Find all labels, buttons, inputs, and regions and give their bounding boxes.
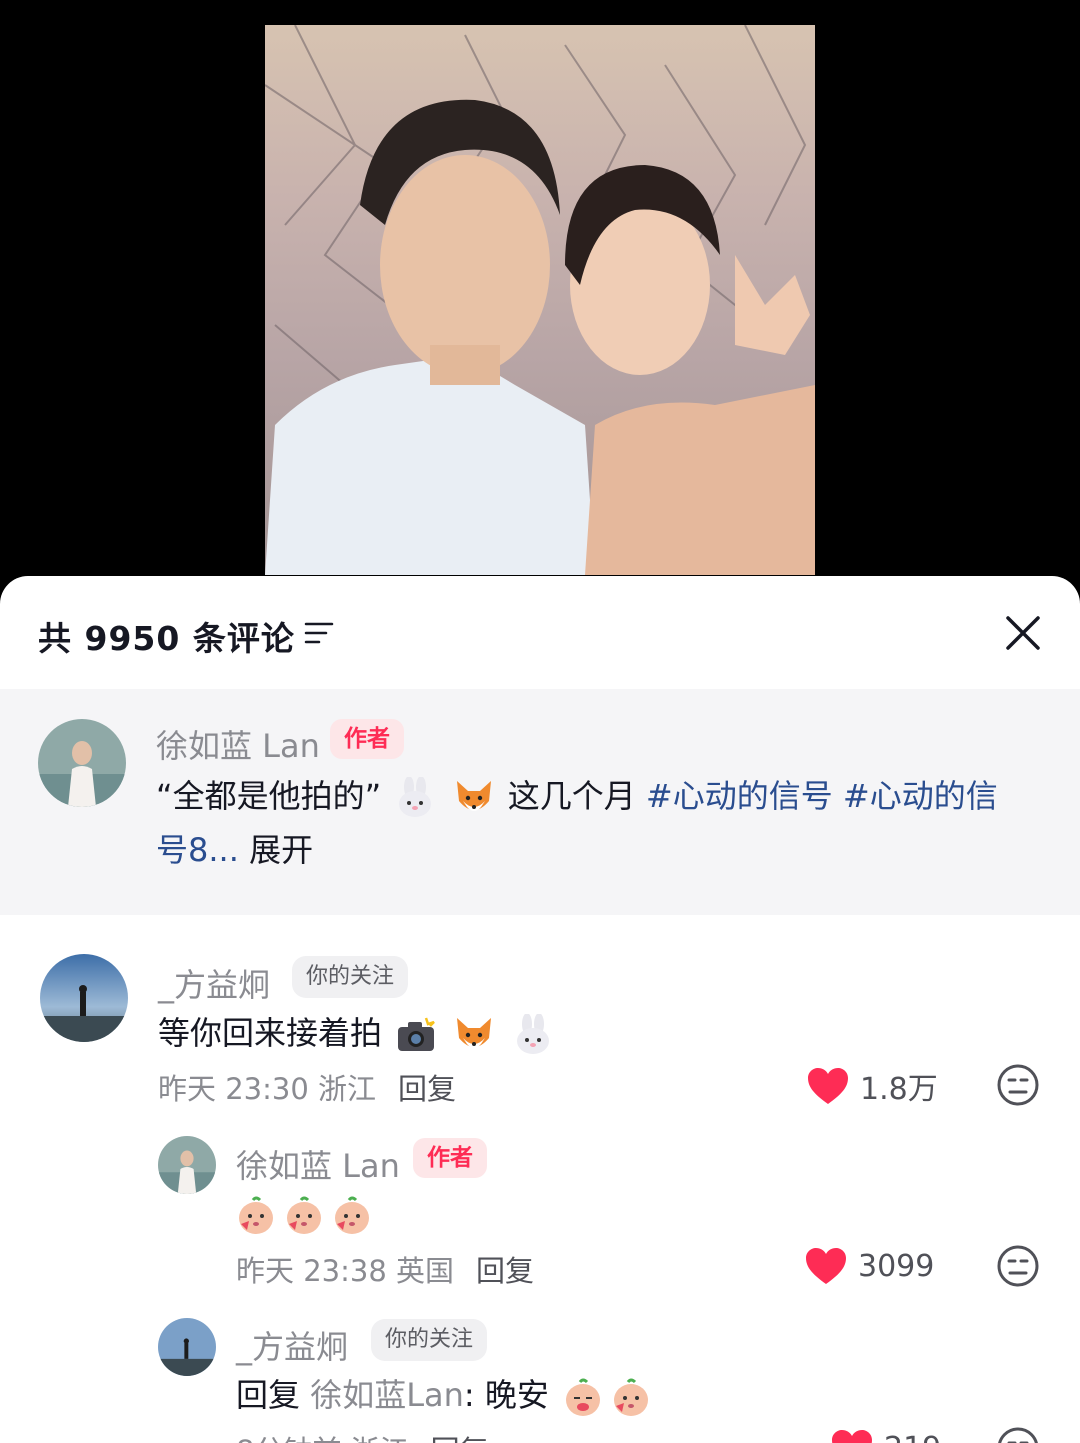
camera-emoji xyxy=(395,1014,437,1056)
comment-sheet-header: 共 9950 条评论 xyxy=(0,576,1080,688)
heart-icon xyxy=(832,1430,872,1443)
fox-emoji xyxy=(453,777,495,819)
rabbit-emoji xyxy=(512,1013,554,1056)
comment-text-line2: 号8... 展开 xyxy=(156,823,313,877)
dislike-icon[interactable] xyxy=(996,1244,1040,1288)
comment-meta: 8分钟前 浙江 回复 xyxy=(236,1428,489,1443)
filter-icon[interactable] xyxy=(304,618,334,648)
close-icon[interactable] xyxy=(1002,612,1044,654)
reply-button[interactable]: 回复 xyxy=(476,1254,534,1288)
peach-emoji xyxy=(562,1376,604,1418)
reply-button[interactable]: 回复 xyxy=(398,1072,456,1106)
media-background xyxy=(0,0,1080,600)
dislike-icon[interactable] xyxy=(996,1063,1040,1107)
fox-emoji xyxy=(453,1014,495,1056)
comment-meta: 昨天 23:38 英国 回复 xyxy=(236,1248,534,1290)
comment-text-line1: “全都是他拍的” 这几个月 #心动的信号 #心动的信 xyxy=(156,769,998,823)
like-button[interactable]: 3099 xyxy=(804,1246,934,1286)
comment-body: 等你回来接着拍 xyxy=(158,1014,383,1052)
dislike-icon[interactable] xyxy=(996,1426,1040,1443)
comment-meta: 昨天 23:30 浙江 回复 xyxy=(158,1066,456,1108)
following-badge: 你的关注 xyxy=(371,1319,488,1361)
hashtag-link[interactable]: #心动的信 xyxy=(833,777,998,815)
like-button[interactable]: 219 xyxy=(830,1428,941,1443)
like-count: 1.8万 xyxy=(860,1072,938,1107)
comment-time-location: 8分钟前 浙江 xyxy=(236,1434,409,1443)
reply-prefix: 回复 xyxy=(236,1376,311,1414)
peach-emoji xyxy=(235,1194,277,1236)
avatar[interactable] xyxy=(158,1318,216,1376)
hashtag-link[interactable]: 号8... xyxy=(156,831,239,869)
comment-quote: “全都是他拍的” xyxy=(156,777,382,815)
comment-count-title: 共 9950 条评论 xyxy=(38,619,295,658)
like-button[interactable]: 1.8万 xyxy=(806,1064,938,1108)
avatar[interactable] xyxy=(38,719,126,807)
reply-button[interactable]: 回复 xyxy=(431,1434,489,1443)
avatar[interactable] xyxy=(158,1136,216,1194)
photo-illustration xyxy=(265,25,815,575)
peach-emoji xyxy=(610,1376,652,1418)
comment-username[interactable]: 徐如蓝 Lan xyxy=(236,1141,400,1187)
comment-username[interactable]: 徐如蓝 Lan xyxy=(156,721,320,767)
like-count: 219 xyxy=(884,1431,941,1443)
heart-icon xyxy=(808,1068,848,1104)
pinned-author-comment[interactable]: 徐如蓝 Lan 作者 “全都是他拍的” 这几个月 #心动的信号 #心动的信 号8… xyxy=(0,689,1080,915)
peach-emoji xyxy=(331,1194,373,1236)
comment-sheet: 共 9950 条评论 徐如蓝 Lan 作者 “全都是他拍的” 这几个月 #心动的… xyxy=(0,576,1080,1443)
reply-target-username[interactable]: 徐如蓝Lan xyxy=(310,1376,464,1414)
comment-body: : 晚安 xyxy=(463,1376,549,1414)
author-badge: 作者 xyxy=(413,1138,487,1178)
like-count: 3099 xyxy=(858,1248,935,1284)
peach-emoji xyxy=(283,1194,325,1236)
following-badge: 你的关注 xyxy=(292,956,409,998)
comment-username[interactable]: _方益炯 xyxy=(158,960,270,1006)
comment-text-mid: 这几个月 xyxy=(507,777,646,815)
comment-time-location: 昨天 23:30 浙江 xyxy=(158,1072,377,1106)
avatar[interactable] xyxy=(40,954,128,1042)
heart-icon xyxy=(806,1248,846,1284)
comment-username[interactable]: _方益炯 xyxy=(236,1322,348,1368)
hashtag-link[interactable]: #心动的信号 xyxy=(646,777,833,815)
comment-text xyxy=(232,1186,376,1240)
expand-button[interactable]: 展开 xyxy=(239,831,313,869)
comment-text: 等你回来接着拍 xyxy=(158,1006,557,1060)
comment-text: 回复 徐如蓝Lan: 晚安 xyxy=(236,1368,655,1422)
rabbit-emoji xyxy=(394,776,436,819)
comment-time-location: 昨天 23:38 英国 xyxy=(236,1254,455,1288)
post-photo[interactable] xyxy=(265,25,815,575)
author-badge: 作者 xyxy=(330,719,404,759)
